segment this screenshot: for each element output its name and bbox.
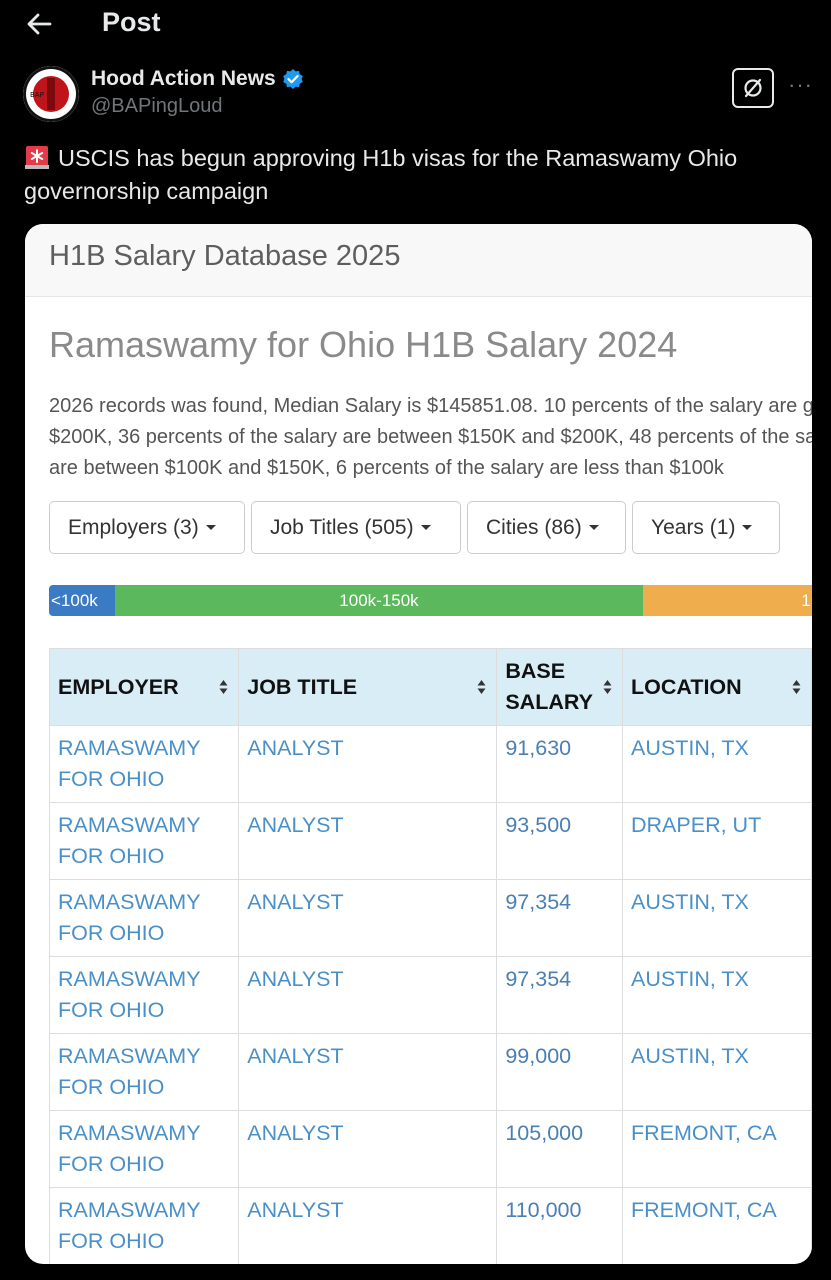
- card-header: H1B Salary Database 2025: [25, 224, 812, 297]
- segment-label: 150k-200k: [801, 590, 812, 610]
- grok-button[interactable]: [732, 68, 774, 108]
- location-cell[interactable]: AUSTIN, TX: [622, 725, 812, 803]
- avatar[interactable]: BAP: [23, 66, 79, 122]
- summary-line: are between $100K and $150K, 6 percents …: [49, 457, 724, 479]
- salary-page-title: Ramaswamy for Ohio H1B Salary 2024: [49, 324, 678, 365]
- caret-down-icon: [588, 525, 599, 530]
- grok-icon: [744, 78, 762, 98]
- employer-column-header[interactable]: EMPLOYER: [48, 648, 240, 726]
- job-titles-filter-button[interactable]: Job Titles (505): [251, 501, 461, 554]
- location-cell[interactable]: AUSTIN, TX: [622, 1033, 812, 1111]
- table-row: RAMASWAMY FOR OHIO ANALYST 97,354 AUSTIN…: [48, 879, 812, 957]
- location-cell[interactable]: FREMONT, CA: [622, 1110, 812, 1188]
- base-salary-cell[interactable]: 110,000: [496, 1187, 623, 1264]
- filter-label: Cities (86): [486, 515, 582, 539]
- cities-filter-button[interactable]: Cities (86): [467, 501, 626, 554]
- employer-cell[interactable]: RAMASWAMY FOR OHIO: [48, 802, 240, 880]
- author-name-text[interactable]: Hood Action News: [91, 67, 276, 91]
- filter-label: Years (1): [651, 515, 736, 539]
- employer-cell[interactable]: RAMASWAMY FOR OHIO: [48, 879, 240, 957]
- location-cell[interactable]: AUSTIN, TX: [622, 879, 812, 957]
- card-header-title: H1B Salary Database 2025: [49, 240, 401, 272]
- distribution-segment-under-100k[interactable]: <100k: [49, 585, 115, 616]
- table-row: RAMASWAMY FOR OHIO ANALYST 110,000 FREMO…: [48, 1187, 812, 1264]
- location-cell[interactable]: DRAPER, UT: [622, 802, 812, 880]
- employer-cell[interactable]: RAMASWAMY FOR OHIO: [48, 956, 240, 1034]
- post-text-body: USCIS has begun approving H1b visas for …: [24, 145, 738, 204]
- salary-summary: 2026 records was found, Median Salary is…: [49, 391, 812, 484]
- job-title-cell[interactable]: ANALYST: [238, 802, 498, 880]
- header-label: EMPLOYER: [58, 674, 179, 699]
- table-row: RAMASWAMY FOR OHIO ANALYST 97,354 AUSTIN…: [48, 956, 812, 1034]
- sort-icon: [219, 680, 228, 694]
- base-salary-cell[interactable]: 91,630: [496, 725, 623, 803]
- page-title: Post: [102, 7, 161, 37]
- author-name[interactable]: Hood Action News: [91, 67, 304, 91]
- more-options-icon[interactable]: ···: [788, 72, 813, 98]
- distribution-segment-100k-150k[interactable]: 100k-150k: [115, 585, 643, 616]
- segment-label: 100k-150k: [339, 590, 419, 610]
- salary-table: EMPLOYER JOB TITLE BASE SALARY LOCATION …: [48, 648, 812, 1264]
- verified-badge-icon: [282, 69, 303, 89]
- job-title-cell[interactable]: ANALYST: [238, 1187, 498, 1264]
- filter-label: Employers (3): [68, 515, 199, 539]
- years-filter-button[interactable]: Years (1): [632, 501, 780, 554]
- author-handle[interactable]: @BAPingLoud: [91, 95, 223, 118]
- table-row: RAMASWAMY FOR OHIO ANALYST 105,000 FREMO…: [48, 1110, 812, 1188]
- top-bar: Post: [0, 0, 831, 50]
- job-title-column-header[interactable]: JOB TITLE: [238, 648, 498, 726]
- base-salary-column-header[interactable]: BASE SALARY: [496, 648, 623, 726]
- avatar-text: BAP: [30, 91, 44, 99]
- caret-down-icon: [205, 525, 216, 530]
- post-text: USCIS has begun approving H1b visas for …: [24, 142, 804, 208]
- sort-icon: [603, 680, 612, 694]
- siren-icon: [25, 146, 49, 169]
- base-salary-cell[interactable]: 93,500: [496, 802, 623, 880]
- distribution-segment-150k-200k[interactable]: 150k-200k: [643, 585, 812, 616]
- table-header-row: EMPLOYER JOB TITLE BASE SALARY LOCATION: [48, 648, 812, 726]
- post-image[interactable]: H1B Salary Database 2025 Ramaswamy for O…: [25, 224, 812, 1264]
- table-row: RAMASWAMY FOR OHIO ANALYST 93,500 DRAPER…: [48, 802, 812, 880]
- base-salary-cell[interactable]: 97,354: [496, 879, 623, 957]
- job-title-cell[interactable]: ANALYST: [238, 956, 498, 1034]
- employer-cell[interactable]: RAMASWAMY FOR OHIO: [48, 1187, 240, 1264]
- back-arrow-icon[interactable]: [22, 8, 56, 40]
- job-title-cell[interactable]: ANALYST: [238, 1110, 498, 1188]
- header-label: JOB TITLE: [247, 674, 358, 699]
- employer-cell[interactable]: RAMASWAMY FOR OHIO: [48, 1033, 240, 1111]
- filter-bar: Employers (3) Job Titles (505) Cities (8…: [49, 501, 780, 554]
- segment-label: <100k: [51, 590, 98, 610]
- location-cell[interactable]: AUSTIN, TX: [622, 956, 812, 1034]
- filter-label: Job Titles (505): [270, 515, 414, 539]
- job-title-cell[interactable]: ANALYST: [238, 725, 498, 803]
- employer-cell[interactable]: RAMASWAMY FOR OHIO: [48, 1110, 240, 1188]
- job-title-cell[interactable]: ANALYST: [238, 1033, 498, 1111]
- salary-distribution-bar: <100k 100k-150k 150k-200k: [49, 585, 812, 616]
- location-cell[interactable]: FREMONT, CA: [622, 1187, 812, 1264]
- sort-icon: [477, 680, 486, 694]
- caret-down-icon: [420, 525, 431, 530]
- table-row: RAMASWAMY FOR OHIO ANALYST 99,000 AUSTIN…: [48, 1033, 812, 1111]
- avatar-logo-icon: BAP: [23, 66, 79, 122]
- summary-line: 2026 records was found, Median Salary is…: [49, 395, 812, 417]
- job-title-cell[interactable]: ANALYST: [238, 879, 498, 957]
- sort-icon: [792, 680, 801, 694]
- header-label: BASE SALARY: [505, 659, 593, 714]
- base-salary-cell[interactable]: 97,354: [496, 956, 623, 1034]
- base-salary-cell[interactable]: 99,000: [496, 1033, 623, 1111]
- employers-filter-button[interactable]: Employers (3): [49, 501, 245, 554]
- header-label: LOCATION: [631, 674, 742, 699]
- location-column-header[interactable]: LOCATION: [622, 648, 812, 726]
- employer-cell[interactable]: RAMASWAMY FOR OHIO: [48, 725, 240, 803]
- caret-down-icon: [742, 525, 753, 530]
- table-row: RAMASWAMY FOR OHIO ANALYST 91,630 AUSTIN…: [48, 725, 812, 803]
- summary-line: $200K, 36 percents of the salary are bet…: [49, 426, 812, 448]
- base-salary-cell[interactable]: 105,000: [496, 1110, 623, 1188]
